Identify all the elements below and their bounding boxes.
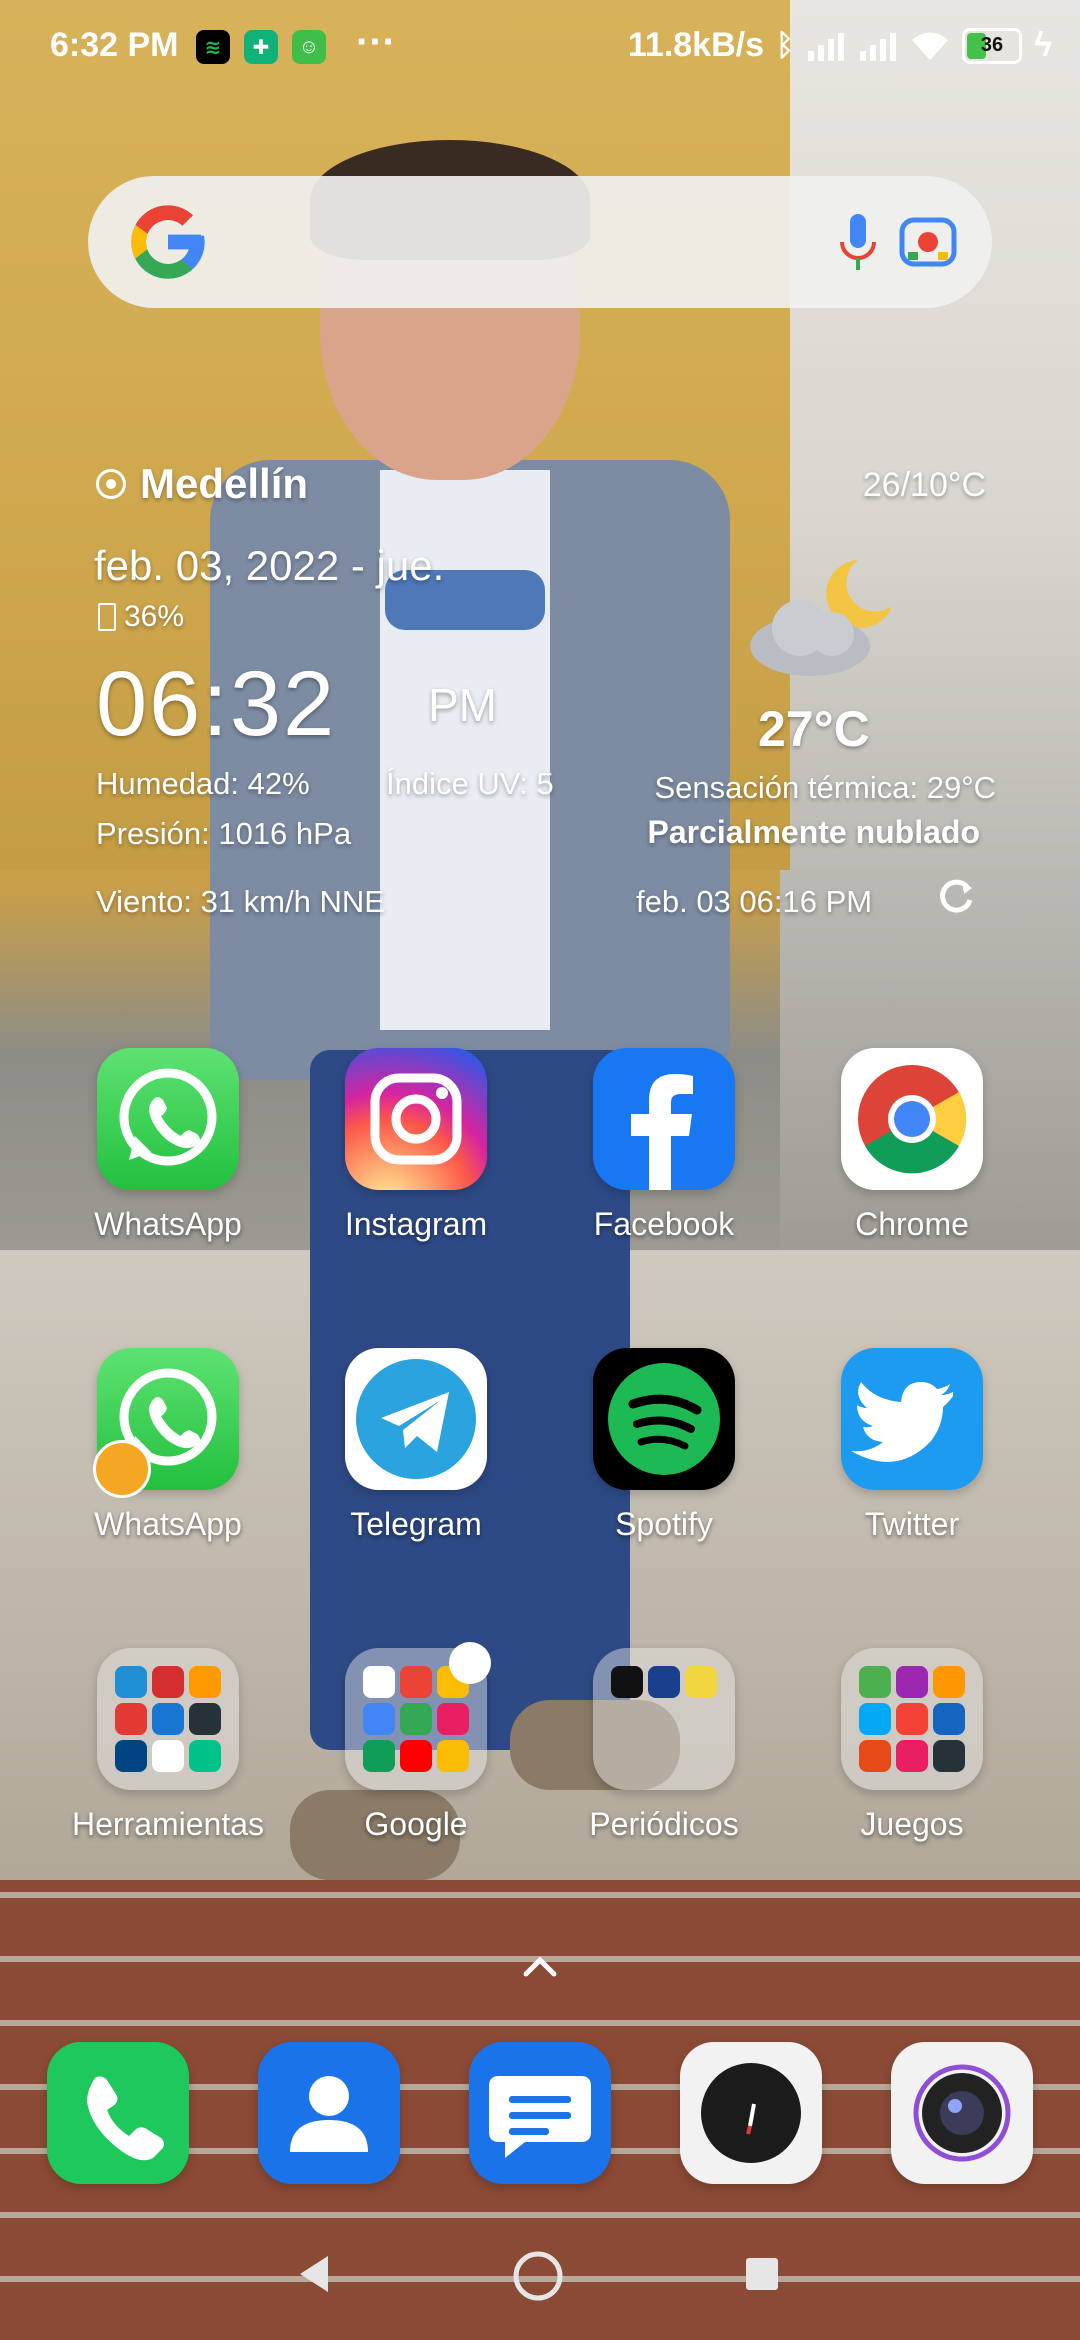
app-label: Instagram: [344, 1206, 488, 1242]
more-notifications-icon: ···: [356, 20, 396, 64]
partly-cloudy-night-icon: [750, 560, 892, 676]
android-icon: ☺: [292, 30, 326, 64]
twitter-icon: [841, 1348, 983, 1490]
chrome-icon: [841, 1048, 983, 1190]
app-label: Telegram: [350, 1506, 482, 1542]
weather-location: Medellín: [96, 460, 308, 508]
app-whatsapp-dual[interactable]: WhatsApp: [58, 1348, 278, 1543]
folder-periodicos[interactable]: Periódicos: [554, 1648, 774, 1843]
app-label: Twitter: [864, 1506, 960, 1542]
folder-label: Juegos: [860, 1806, 964, 1842]
dual-app-badge-icon: [93, 1440, 151, 1498]
signal-icon: [808, 32, 844, 61]
camera-icon: [891, 2042, 1033, 2184]
weather-updated-time: feb. 03 06:16 PM: [636, 884, 873, 919]
back-icon[interactable]: [296, 2254, 332, 2294]
widget-battery: 36%: [98, 600, 184, 634]
telegram-icon: [345, 1348, 487, 1490]
wallpaper-child-photo: [210, 140, 730, 1900]
voice-search-icon[interactable]: [818, 202, 898, 282]
signal-icon-2: [860, 32, 896, 61]
google-logo-icon: [131, 205, 205, 279]
weather-pressure: Presión: 1016 hPa: [96, 816, 352, 851]
app-instagram[interactable]: Instagram: [306, 1048, 526, 1243]
app-label: WhatsApp: [94, 1206, 242, 1242]
refresh-icon[interactable]: [934, 874, 978, 918]
dock-messages[interactable]: [430, 2042, 650, 2184]
folder-label: Periódicos: [589, 1806, 739, 1842]
app-label: Spotify: [615, 1506, 713, 1542]
widget-ampm: PM: [428, 679, 497, 731]
app-chrome[interactable]: Chrome: [802, 1048, 1022, 1243]
charging-icon: ϟ: [1034, 26, 1052, 64]
folder-icon: [345, 1642, 491, 1790]
app-spotify[interactable]: Spotify: [554, 1348, 774, 1543]
location-icon: [96, 469, 126, 499]
whatsapp-icon: [97, 1048, 239, 1190]
folder-icon: [593, 1648, 735, 1790]
weather-clock-widget[interactable]: Medellín 26/10°C feb. 03, 2022 - jue. 36…: [0, 440, 1080, 940]
widget-clock[interactable]: 06:32: [96, 652, 336, 757]
notification-dot-icon: [449, 1642, 491, 1684]
folder-juegos[interactable]: Juegos: [802, 1648, 1022, 1843]
facebook-icon: [593, 1048, 735, 1190]
app-whatsapp[interactable]: WhatsApp: [58, 1048, 278, 1243]
weather-temperature: 27°C: [758, 701, 870, 757]
spotify-icon: [593, 1348, 735, 1490]
folder-icon: [841, 1648, 983, 1790]
home-icon[interactable]: [512, 2250, 564, 2302]
app-facebook[interactable]: Facebook: [554, 1048, 774, 1243]
weather-feels-like: Sensación térmica: 29°C: [654, 770, 997, 805]
contacts-icon: [258, 2042, 400, 2184]
widget-date: feb. 03, 2022 - jue.: [94, 542, 445, 589]
google-search-bar[interactable]: [88, 176, 992, 308]
recents-icon[interactable]: [744, 2256, 780, 2292]
whatsapp-dual-icon: [93, 1348, 239, 1498]
weather-uv-index: Índice UV: 5: [386, 766, 554, 801]
compass-icon: [680, 2042, 822, 2184]
app-drawer-chevron-up-icon[interactable]: [520, 1952, 560, 1980]
shield-icon: ✚: [244, 30, 278, 64]
app-label: Facebook: [593, 1206, 735, 1242]
folder-label: Herramientas: [71, 1806, 265, 1842]
app-telegram[interactable]: Telegram: [306, 1348, 526, 1543]
instagram-icon: [345, 1048, 487, 1190]
dock-camera[interactable]: [852, 2042, 1072, 2184]
wifi-icon: [912, 32, 948, 60]
app-label: Chrome: [855, 1206, 969, 1242]
folder-label: Google: [364, 1806, 468, 1842]
app-twitter[interactable]: Twitter: [802, 1348, 1022, 1543]
status-time: 6:32 PM: [50, 26, 179, 64]
status-bar: 6:32 PM ≋ ✚ ☺ ··· 11.8kB/s ᛒ 36 ϟ: [0, 0, 1080, 96]
app-label: WhatsApp: [94, 1506, 242, 1542]
phone-icon: [47, 2042, 189, 2184]
weather-wind: Viento: 31 km/h NNE: [96, 884, 385, 919]
net-speed: 11.8kB/s: [627, 26, 764, 64]
bluetooth-icon: ᛒ: [776, 28, 794, 62]
dock-compass[interactable]: [641, 2042, 861, 2184]
weather-humidity: Humedad: 42%: [96, 766, 310, 801]
folder-icon: [97, 1648, 239, 1790]
battery-icon: 36: [962, 27, 1022, 64]
dock-phone[interactable]: [8, 2042, 228, 2184]
spotify-icon: ≋: [196, 30, 230, 64]
folder-google[interactable]: Google: [306, 1642, 526, 1843]
messages-icon: [469, 2042, 611, 2184]
folder-herramientas[interactable]: Herramientas: [58, 1648, 278, 1843]
weather-temp-range: 26/10°C: [862, 466, 986, 504]
weather-condition: Parcialmente nublado: [647, 814, 980, 850]
navigation-bar: [0, 2236, 1080, 2316]
dock-contacts[interactable]: [219, 2042, 439, 2184]
battery-small-icon: [98, 603, 116, 631]
google-lens-icon[interactable]: [888, 202, 968, 282]
